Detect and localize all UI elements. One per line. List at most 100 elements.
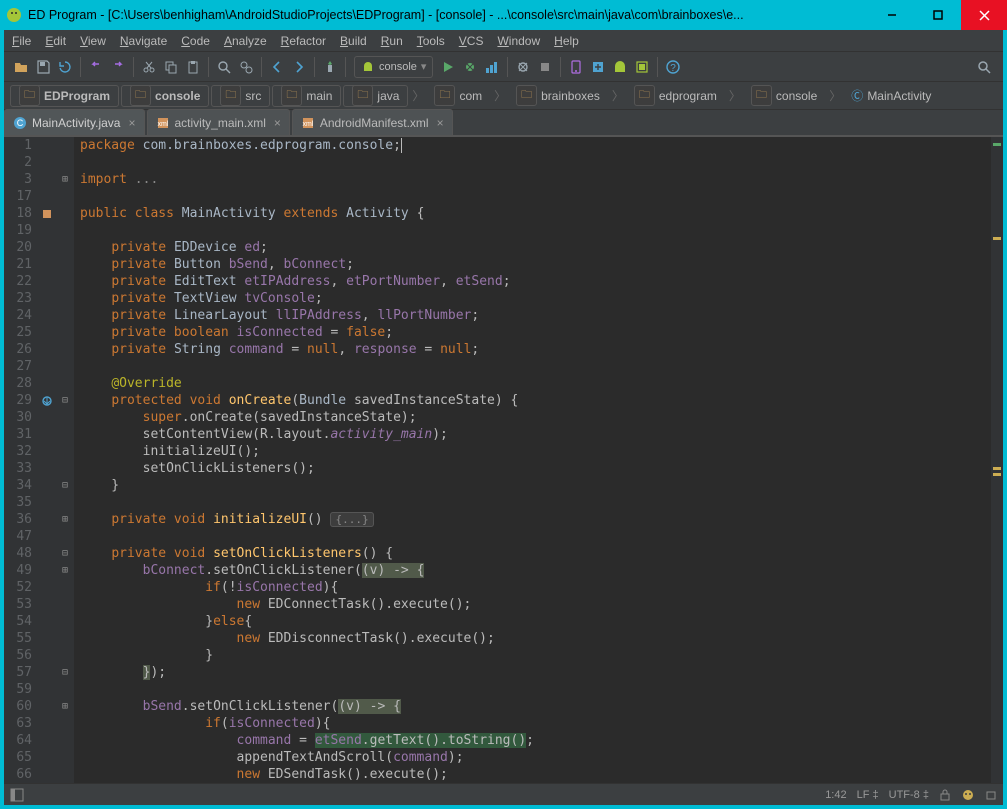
code-line[interactable]: 48⊟ private void setOnClickListeners() { — [4, 545, 1003, 562]
build-icon[interactable] — [319, 56, 341, 78]
code-text[interactable]: private void setOnClickListeners() { — [74, 545, 393, 562]
line-number[interactable]: 49 — [4, 562, 38, 579]
fold-gutter[interactable] — [56, 613, 74, 630]
menu-code[interactable]: Code — [181, 34, 210, 48]
code-line[interactable]: 66 new EDSendTask().execute(); — [4, 766, 1003, 783]
fold-gutter[interactable] — [56, 341, 74, 358]
code-text[interactable]: private LinearLayout llIPAddress, llPort… — [74, 307, 479, 324]
code-line[interactable]: 18public class MainActivity extends Acti… — [4, 205, 1003, 222]
fold-gutter[interactable]: ⊞ — [56, 698, 74, 715]
line-number[interactable]: 66 — [4, 766, 38, 783]
close-tab-icon[interactable]: × — [128, 116, 135, 130]
fold-gutter[interactable] — [56, 358, 74, 375]
fold-gutter[interactable] — [56, 375, 74, 392]
override-gutter-icon[interactable] — [38, 392, 56, 409]
line-number[interactable]: 56 — [4, 647, 38, 664]
line-number[interactable]: 48 — [4, 545, 38, 562]
line-number[interactable]: 29 — [4, 392, 38, 409]
code-line[interactable]: 49⊞ bConnect.setOnClickListener((v) -> { — [4, 562, 1003, 579]
breadcrumb-main[interactable]: 🗀main — [272, 85, 341, 107]
sdk-manager-icon[interactable] — [587, 56, 609, 78]
line-number[interactable]: 35 — [4, 494, 38, 511]
fold-gutter[interactable] — [56, 443, 74, 460]
code-line[interactable]: 56 } — [4, 647, 1003, 664]
tab-mainactivity-java[interactable]: CMainActivity.java× — [4, 109, 145, 135]
cut-icon[interactable] — [138, 56, 160, 78]
line-number[interactable]: 18 — [4, 205, 38, 222]
code-text[interactable]: }else{ — [74, 613, 252, 630]
line-number[interactable]: 55 — [4, 630, 38, 647]
gutter[interactable] — [38, 273, 56, 290]
code-line[interactable]: 63 if(isConnected){ — [4, 715, 1003, 732]
line-number[interactable]: 22 — [4, 273, 38, 290]
file-encoding[interactable]: UTF-8 ‡ — [889, 789, 929, 801]
debug-icon[interactable] — [459, 56, 481, 78]
code-line[interactable]: 55 new EDDisconnectTask().execute(); — [4, 630, 1003, 647]
line-number[interactable]: 64 — [4, 732, 38, 749]
code-line[interactable]: 57⊟ }); — [4, 664, 1003, 681]
save-all-icon[interactable] — [32, 56, 54, 78]
fold-gutter[interactable]: ⊟ — [56, 664, 74, 681]
fold-gutter[interactable] — [56, 766, 74, 783]
fold-gutter[interactable] — [56, 205, 74, 222]
code-text[interactable]: setOnClickListeners(); — [74, 460, 315, 477]
gutter[interactable] — [38, 494, 56, 511]
fold-gutter[interactable] — [56, 494, 74, 511]
gutter[interactable] — [38, 579, 56, 596]
maximize-button[interactable] — [915, 0, 961, 30]
code-line[interactable]: 35 — [4, 494, 1003, 511]
code-text[interactable]: private Button bSend, bConnect; — [74, 256, 354, 273]
code-text[interactable] — [74, 528, 80, 545]
code-text[interactable]: setContentView(R.layout.activity_main); — [74, 426, 448, 443]
fold-gutter[interactable] — [56, 647, 74, 664]
fold-gutter[interactable] — [56, 188, 74, 205]
line-number[interactable]: 2 — [4, 154, 38, 171]
gutter[interactable] — [38, 528, 56, 545]
code-line[interactable]: 32 initializeUI(); — [4, 443, 1003, 460]
code-line[interactable]: 1package com.brainboxes.edprogram.consol… — [4, 137, 1003, 154]
breadcrumb-java[interactable]: 🗀java — [343, 85, 408, 107]
code-text[interactable] — [74, 222, 80, 239]
code-line[interactable]: 53 new EDConnectTask().execute(); — [4, 596, 1003, 613]
line-number[interactable]: 30 — [4, 409, 38, 426]
tab-androidmanifest-xml[interactable]: xmlAndroidManifest.xml× — [292, 109, 453, 135]
code-text[interactable]: } — [74, 647, 213, 664]
code-line[interactable]: 31 setContentView(R.layout.activity_main… — [4, 426, 1003, 443]
line-number[interactable]: 20 — [4, 239, 38, 256]
code-line[interactable]: 24 private LinearLayout llIPAddress, llP… — [4, 307, 1003, 324]
search-everywhere-icon[interactable] — [973, 56, 995, 78]
fold-gutter[interactable] — [56, 681, 74, 698]
gutter[interactable] — [38, 613, 56, 630]
fold-gutter[interactable]: ⊞ — [56, 562, 74, 579]
menu-analyze[interactable]: Analyze — [224, 34, 267, 48]
breadcrumb-edprogram[interactable]: 🗀EDProgram — [10, 85, 119, 107]
code-line[interactable]: 30 super.onCreate(savedInstanceState); — [4, 409, 1003, 426]
fold-gutter[interactable] — [56, 154, 74, 171]
line-number[interactable]: 26 — [4, 341, 38, 358]
fold-gutter[interactable] — [56, 273, 74, 290]
line-number[interactable]: 60 — [4, 698, 38, 715]
line-number[interactable]: 25 — [4, 324, 38, 341]
help-icon[interactable]: ? — [662, 56, 684, 78]
gutter[interactable] — [38, 477, 56, 494]
line-number[interactable]: 24 — [4, 307, 38, 324]
line-number[interactable]: 21 — [4, 256, 38, 273]
code-text[interactable]: command = etSend.getText().toString(); — [74, 732, 534, 749]
tab-activity_main-xml[interactable]: xmlactivity_main.xml× — [147, 109, 290, 135]
code-line[interactable]: 34⊟ } — [4, 477, 1003, 494]
code-text[interactable]: private TextView tvConsole; — [74, 290, 323, 307]
fold-gutter[interactable] — [56, 715, 74, 732]
gutter[interactable] — [38, 409, 56, 426]
breadcrumb-console[interactable]: 🗀console — [121, 85, 209, 107]
code-text[interactable]: new EDConnectTask().execute(); — [74, 596, 471, 613]
line-number[interactable]: 59 — [4, 681, 38, 698]
code-line[interactable]: 36⊞ private void initializeUI() {...} — [4, 511, 1003, 528]
code-text[interactable]: protected void onCreate(Bundle savedInst… — [74, 392, 518, 409]
code-text[interactable]: if(isConnected){ — [74, 715, 330, 732]
code-text[interactable]: new EDDisconnectTask().execute(); — [74, 630, 495, 647]
readonly-icon[interactable] — [939, 789, 951, 801]
line-number[interactable]: 27 — [4, 358, 38, 375]
menu-help[interactable]: Help — [554, 34, 579, 48]
line-number[interactable]: 65 — [4, 749, 38, 766]
gutter[interactable] — [38, 749, 56, 766]
